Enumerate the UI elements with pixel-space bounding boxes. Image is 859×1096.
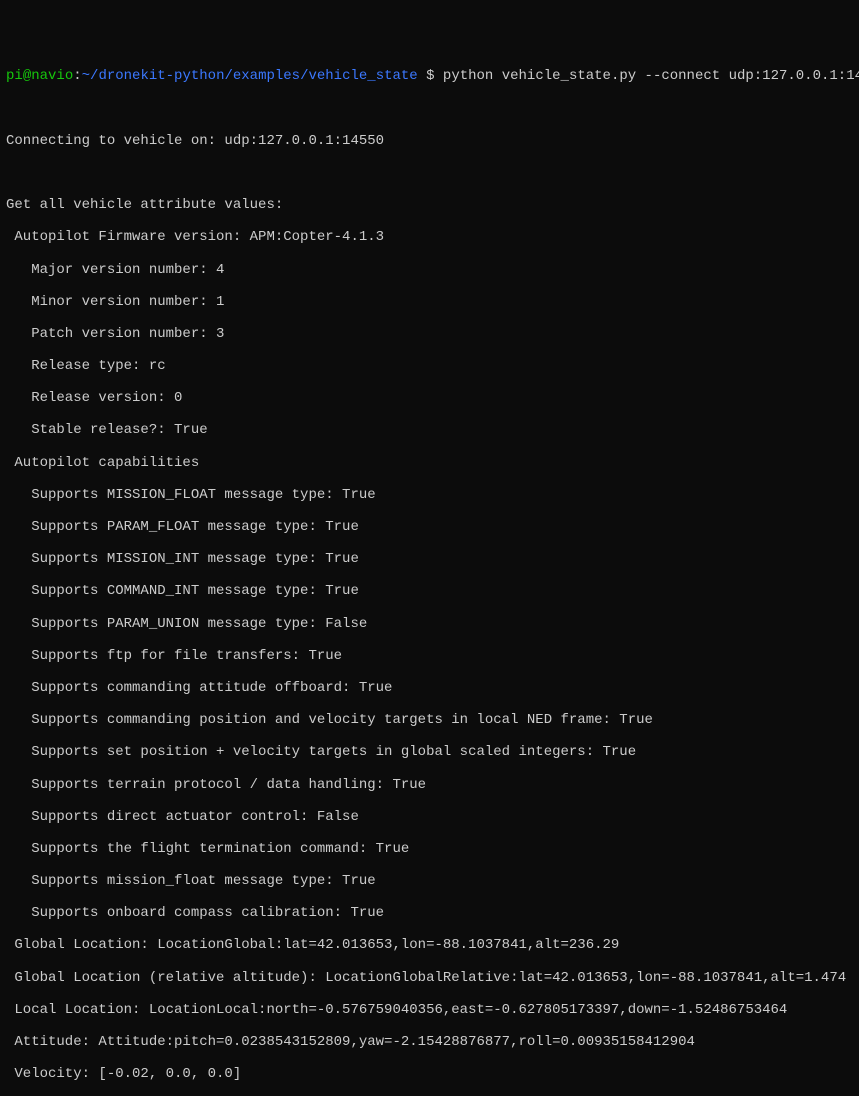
output-line: Velocity: [-0.02, 0.0, 0.0] (6, 1066, 853, 1082)
prompt-at: @ (23, 68, 31, 84)
output-line: Supports PARAM_FLOAT message type: True (6, 519, 853, 535)
terminal[interactable]: pi@navio:~/dronekit-python/examples/vehi… (6, 68, 853, 1096)
output-line: Supports COMMAND_INT message type: True (6, 583, 853, 599)
output-line: Release type: rc (6, 358, 853, 374)
output-line: Supports commanding attitude offboard: T… (6, 680, 853, 696)
output-line: Get all vehicle attribute values: (6, 197, 853, 213)
output-line: Supports set position + velocity targets… (6, 744, 853, 760)
output-line: Supports direct actuator control: False (6, 809, 853, 825)
output-line: Supports commanding position and velocit… (6, 712, 853, 728)
output-line: Connecting to vehicle on: udp:127.0.0.1:… (6, 133, 853, 149)
output-line: Major version number: 4 (6, 262, 853, 278)
output-line (6, 165, 853, 181)
output-line: Global Location: LocationGlobal:lat=42.0… (6, 937, 853, 953)
prompt-line: pi@navio:~/dronekit-python/examples/vehi… (6, 68, 853, 84)
output-line: Global Location (relative altitude): Loc… (6, 970, 853, 986)
output-line: Local Location: LocationLocal:north=-0.5… (6, 1002, 853, 1018)
output-line: Supports PARAM_UNION message type: False (6, 616, 853, 632)
prompt-path: /dronekit-python/examples/vehicle_state (90, 68, 418, 84)
output-line: Minor version number: 1 (6, 294, 853, 310)
output-line: Patch version number: 3 (6, 326, 853, 342)
prompt-user: pi (6, 68, 23, 84)
command-text: python vehicle_state.py --connect udp:12… (443, 68, 859, 84)
prompt-dollar: $ (418, 68, 443, 84)
output-line: Stable release?: True (6, 422, 853, 438)
output-line: Supports the flight termination command:… (6, 841, 853, 857)
output-line: Release version: 0 (6, 390, 853, 406)
prompt-tilde: ~ (82, 68, 90, 84)
output-line: Supports terrain protocol / data handlin… (6, 777, 853, 793)
output-line: Supports MISSION_INT message type: True (6, 551, 853, 567)
prompt-host: navio (31, 68, 73, 84)
output-line: Supports ftp for file transfers: True (6, 648, 853, 664)
output-line (6, 101, 853, 117)
output-line: Supports MISSION_FLOAT message type: Tru… (6, 487, 853, 503)
output-line: Attitude: Attitude:pitch=0.0238543152809… (6, 1034, 853, 1050)
output-line: Autopilot capabilities (6, 455, 853, 471)
output-line: Supports onboard compass calibration: Tr… (6, 905, 853, 921)
output-line: Autopilot Firmware version: APM:Copter-4… (6, 229, 853, 245)
prompt-colon: : (73, 68, 81, 84)
output-line: Supports mission_float message type: Tru… (6, 873, 853, 889)
